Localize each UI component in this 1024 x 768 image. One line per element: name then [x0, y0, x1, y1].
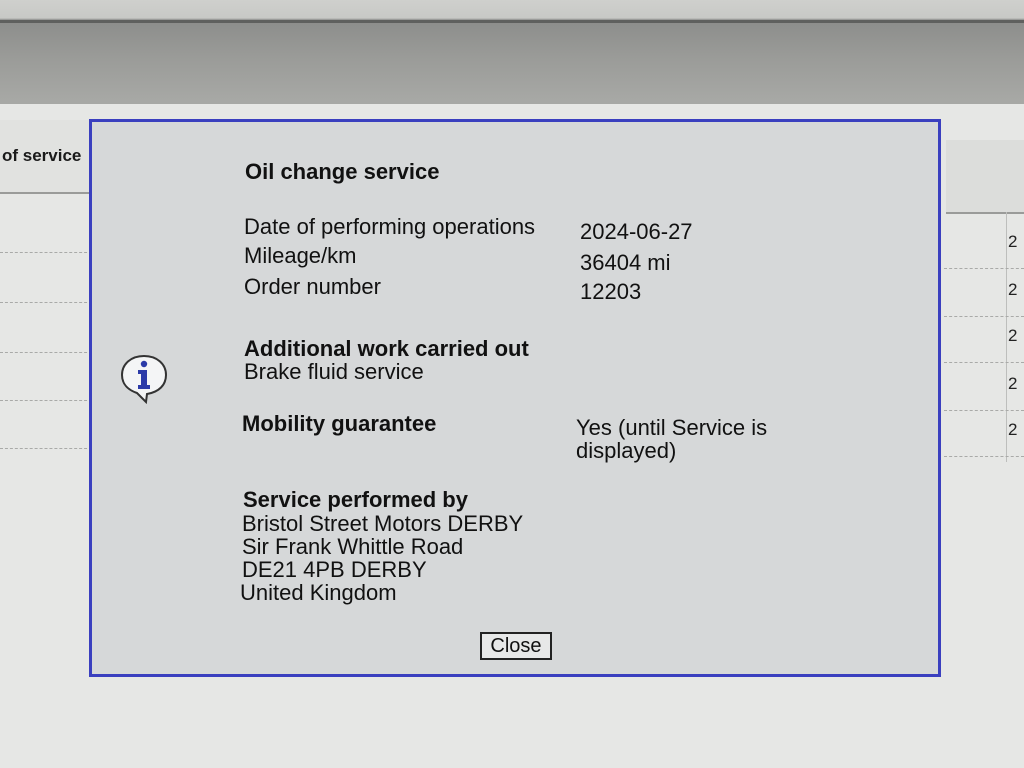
field-label-order-number: Order number [244, 274, 381, 299]
row-divider [944, 456, 1024, 457]
row-divider [0, 252, 92, 253]
table-cell-date[interactable]: 2 [1008, 420, 1024, 440]
field-label-mileage: Mileage/km [244, 243, 357, 268]
field-value-order-number: 12203 [580, 279, 642, 304]
row-divider [944, 410, 1024, 411]
row-divider [944, 268, 1024, 269]
dialog-title: Oil change service [245, 159, 440, 184]
toolbar-divider [0, 20, 1024, 23]
service-address-line: United Kingdom [240, 580, 397, 605]
row-divider [0, 352, 92, 353]
info-icon [120, 354, 168, 404]
table-cell-date[interactable]: 2 [1008, 374, 1024, 394]
row-divider [0, 448, 92, 449]
field-label-date: Date of performing operations [244, 214, 536, 239]
table-cell-date[interactable]: 2 [1008, 280, 1024, 300]
column-divider [1006, 212, 1007, 462]
service-details-dialog [89, 119, 941, 677]
column-header-type-of-service[interactable]: of service [2, 146, 81, 166]
field-value-date: 2024-06-27 [580, 219, 693, 244]
row-divider [0, 302, 92, 303]
row-divider [0, 400, 92, 401]
service-performed-heading: Service performed by [243, 487, 468, 512]
mobility-guarantee-value-line2: displayed) [576, 438, 677, 463]
mobility-guarantee-heading: Mobility guarantee [242, 411, 437, 436]
app-toolbar [0, 0, 1024, 104]
close-button[interactable]: Close [480, 632, 552, 660]
row-divider [944, 362, 1024, 363]
table-header-right [946, 140, 1024, 214]
row-divider [944, 316, 1024, 317]
additional-work-value: Brake fluid service [244, 359, 424, 384]
table-cell-date[interactable]: 2 [1008, 232, 1024, 252]
field-value-mileage: 36404 mi [580, 250, 671, 275]
table-cell-date[interactable]: 2 [1008, 326, 1024, 346]
